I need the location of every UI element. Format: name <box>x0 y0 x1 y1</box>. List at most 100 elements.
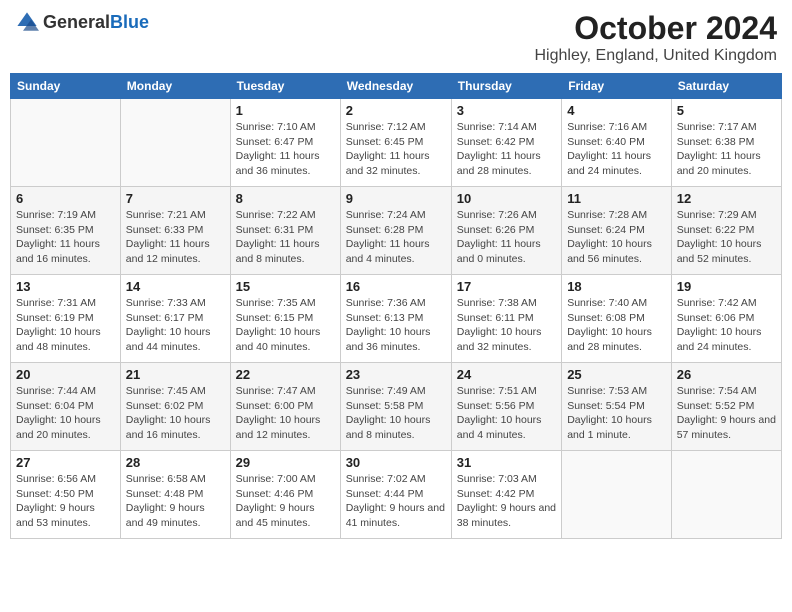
calendar-day-cell: 26 Sunrise: 7:54 AM Sunset: 5:52 PM Dayli… <box>671 363 781 451</box>
day-info: Sunrise: 7:44 AM Sunset: 6:04 PM Dayligh… <box>16 384 115 443</box>
calendar-day-cell: 12Sunrise: 7:29 AM Sunset: 6:22 PM Dayli… <box>671 187 781 275</box>
day-info: Sunrise: 7:31 AM Sunset: 6:19 PM Dayligh… <box>16 296 115 355</box>
day-info: Sunrise: 7:14 AM Sunset: 6:42 PM Dayligh… <box>457 120 556 179</box>
day-number: 20 <box>16 367 115 382</box>
day-number: 3 <box>457 103 556 118</box>
calendar-day-cell: 23 Sunrise: 7:49 AM Sunset: 5:58 PM Dayli… <box>340 363 451 451</box>
calendar-day-cell <box>562 451 672 539</box>
day-info: Sunrise: 7:51 AM Sunset: 5:56 PM Dayligh… <box>457 384 556 443</box>
calendar-day-cell: 21 Sunrise: 7:45 AM Sunset: 6:02 PM Dayli… <box>120 363 230 451</box>
weekday-header-cell: Friday <box>562 74 672 99</box>
day-info: Sunrise: 7:53 AM Sunset: 5:54 PM Dayligh… <box>567 384 666 443</box>
day-number: 23 <box>346 367 446 382</box>
calendar-week-row: 6 Sunrise: 7:19 AM Sunset: 6:35 PM Daylig… <box>11 187 782 275</box>
logo: GeneralBlue <box>15 10 149 34</box>
day-info: Sunrise: 7:03 AM Sunset: 4:42 PM Dayligh… <box>457 472 556 531</box>
calendar-day-cell: 9Sunrise: 7:24 AM Sunset: 6:28 PM Daylig… <box>340 187 451 275</box>
calendar-day-cell: 3 Sunrise: 7:14 AM Sunset: 6:42 PM Daylig… <box>451 99 561 187</box>
day-number: 11 <box>567 191 666 206</box>
day-number: 6 <box>16 191 115 206</box>
day-info: Sunrise: 7:47 AM Sunset: 6:00 PM Dayligh… <box>236 384 335 443</box>
day-info: Sunrise: 7:38 AM Sunset: 6:11 PM Dayligh… <box>457 296 556 355</box>
day-info: Sunrise: 7:40 AM Sunset: 6:08 PM Dayligh… <box>567 296 666 355</box>
calendar-day-cell: 11 Sunrise: 7:28 AM Sunset: 6:24 PM Dayli… <box>562 187 672 275</box>
day-number: 15 <box>236 279 335 294</box>
calendar-day-cell: 14Sunrise: 7:33 AM Sunset: 6:17 PM Dayli… <box>120 275 230 363</box>
calendar-day-cell: 1Sunrise: 7:10 AM Sunset: 6:47 PM Daylig… <box>230 99 340 187</box>
day-info: Sunrise: 7:29 AM Sunset: 6:22 PM Dayligh… <box>677 208 776 267</box>
calendar-day-cell: 30 Sunrise: 7:02 AM Sunset: 4:44 PM Dayli… <box>340 451 451 539</box>
day-number: 19 <box>677 279 776 294</box>
calendar-table: SundayMondayTuesdayWednesdayThursdayFrid… <box>10 73 782 539</box>
day-number: 26 <box>677 367 776 382</box>
day-info: Sunrise: 7:17 AM Sunset: 6:38 PM Dayligh… <box>677 120 776 179</box>
day-number: 24 <box>457 367 556 382</box>
calendar-week-row: 20 Sunrise: 7:44 AM Sunset: 6:04 PM Dayli… <box>11 363 782 451</box>
logo-text-general: General <box>43 12 110 32</box>
calendar-day-cell: 15 Sunrise: 7:35 AM Sunset: 6:15 PM Dayli… <box>230 275 340 363</box>
logo-text-blue: Blue <box>110 12 149 32</box>
weekday-header-cell: Saturday <box>671 74 781 99</box>
day-info: Sunrise: 6:56 AM Sunset: 4:50 PM Dayligh… <box>16 472 115 531</box>
day-number: 14 <box>126 279 225 294</box>
calendar-day-cell: 8 Sunrise: 7:22 AM Sunset: 6:31 PM Daylig… <box>230 187 340 275</box>
calendar-day-cell: 22 Sunrise: 7:47 AM Sunset: 6:00 PM Dayli… <box>230 363 340 451</box>
day-info: Sunrise: 7:54 AM Sunset: 5:52 PM Dayligh… <box>677 384 776 443</box>
day-number: 2 <box>346 103 446 118</box>
calendar-week-row: 13 Sunrise: 7:31 AM Sunset: 6:19 PM Dayli… <box>11 275 782 363</box>
day-info: Sunrise: 7:21 AM Sunset: 6:33 PM Dayligh… <box>126 208 225 267</box>
day-number: 25 <box>567 367 666 382</box>
calendar-week-row: 27Sunrise: 6:56 AM Sunset: 4:50 PM Dayli… <box>11 451 782 539</box>
calendar-day-cell: 16 Sunrise: 7:36 AM Sunset: 6:13 PM Dayli… <box>340 275 451 363</box>
calendar-day-cell: 27Sunrise: 6:56 AM Sunset: 4:50 PM Dayli… <box>11 451 121 539</box>
day-number: 29 <box>236 455 335 470</box>
calendar-day-cell: 17Sunrise: 7:38 AM Sunset: 6:11 PM Dayli… <box>451 275 561 363</box>
day-info: Sunrise: 7:28 AM Sunset: 6:24 PM Dayligh… <box>567 208 666 267</box>
day-number: 8 <box>236 191 335 206</box>
day-info: Sunrise: 7:22 AM Sunset: 6:31 PM Dayligh… <box>236 208 335 267</box>
day-info: Sunrise: 7:00 AM Sunset: 4:46 PM Dayligh… <box>236 472 335 531</box>
calendar-body: 1Sunrise: 7:10 AM Sunset: 6:47 PM Daylig… <box>11 99 782 539</box>
day-info: Sunrise: 7:02 AM Sunset: 4:44 PM Dayligh… <box>346 472 446 531</box>
day-number: 1 <box>236 103 335 118</box>
calendar-week-row: 1Sunrise: 7:10 AM Sunset: 6:47 PM Daylig… <box>11 99 782 187</box>
logo-icon <box>15 10 39 34</box>
calendar-day-cell: 25 Sunrise: 7:53 AM Sunset: 5:54 PM Dayli… <box>562 363 672 451</box>
calendar-day-cell: 18 Sunrise: 7:40 AM Sunset: 6:08 PM Dayli… <box>562 275 672 363</box>
weekday-header-cell: Wednesday <box>340 74 451 99</box>
day-info: Sunrise: 7:16 AM Sunset: 6:40 PM Dayligh… <box>567 120 666 179</box>
calendar-day-cell: 31 Sunrise: 7:03 AM Sunset: 4:42 PM Dayli… <box>451 451 561 539</box>
day-info: Sunrise: 7:45 AM Sunset: 6:02 PM Dayligh… <box>126 384 225 443</box>
calendar-day-cell: 10Sunrise: 7:26 AM Sunset: 6:26 PM Dayli… <box>451 187 561 275</box>
day-info: Sunrise: 7:49 AM Sunset: 5:58 PM Dayligh… <box>346 384 446 443</box>
day-info: Sunrise: 7:35 AM Sunset: 6:15 PM Dayligh… <box>236 296 335 355</box>
calendar-day-cell: 29 Sunrise: 7:00 AM Sunset: 4:46 PM Dayli… <box>230 451 340 539</box>
month-title: October 2024 <box>534 10 777 47</box>
day-info: Sunrise: 7:36 AM Sunset: 6:13 PM Dayligh… <box>346 296 446 355</box>
calendar-day-cell: 24 Sunrise: 7:51 AM Sunset: 5:56 PM Dayli… <box>451 363 561 451</box>
day-number: 7 <box>126 191 225 206</box>
day-number: 31 <box>457 455 556 470</box>
day-info: Sunrise: 7:12 AM Sunset: 6:45 PM Dayligh… <box>346 120 446 179</box>
day-number: 16 <box>346 279 446 294</box>
calendar-day-cell: 6 Sunrise: 7:19 AM Sunset: 6:35 PM Daylig… <box>11 187 121 275</box>
day-number: 30 <box>346 455 446 470</box>
day-number: 13 <box>16 279 115 294</box>
day-number: 21 <box>126 367 225 382</box>
day-number: 5 <box>677 103 776 118</box>
calendar-day-cell: 5 Sunrise: 7:17 AM Sunset: 6:38 PM Daylig… <box>671 99 781 187</box>
day-number: 18 <box>567 279 666 294</box>
day-number: 4 <box>567 103 666 118</box>
day-info: Sunrise: 7:24 AM Sunset: 6:28 PM Dayligh… <box>346 208 446 267</box>
day-number: 28 <box>126 455 225 470</box>
day-number: 22 <box>236 367 335 382</box>
location-title: Highley, England, United Kingdom <box>534 47 777 65</box>
calendar-day-cell: 2 Sunrise: 7:12 AM Sunset: 6:45 PM Daylig… <box>340 99 451 187</box>
weekday-header-cell: Monday <box>120 74 230 99</box>
calendar-day-cell <box>120 99 230 187</box>
calendar-day-cell: 13 Sunrise: 7:31 AM Sunset: 6:19 PM Dayli… <box>11 275 121 363</box>
title-area: October 2024 Highley, England, United Ki… <box>534 10 777 65</box>
weekday-header-cell: Thursday <box>451 74 561 99</box>
day-number: 10 <box>457 191 556 206</box>
day-info: Sunrise: 7:19 AM Sunset: 6:35 PM Dayligh… <box>16 208 115 267</box>
